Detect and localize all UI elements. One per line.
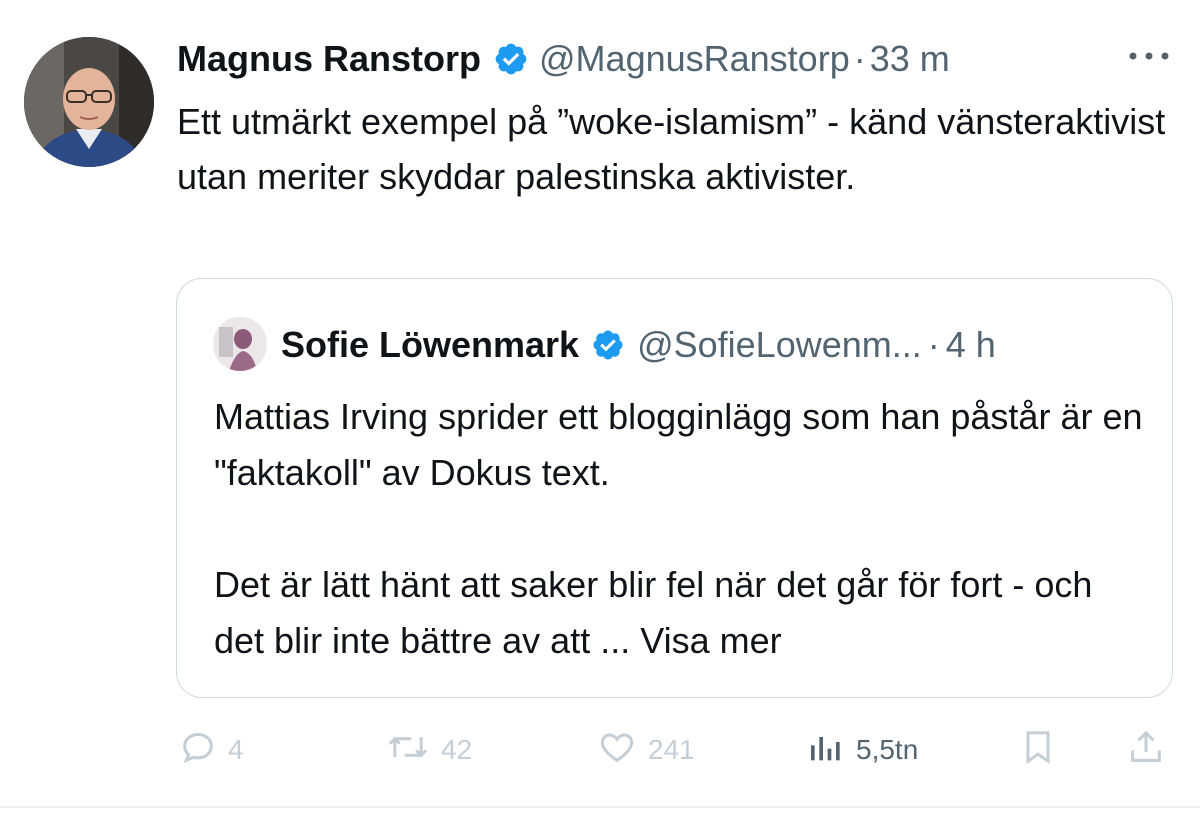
retweet-button[interactable]: 42: [385, 722, 472, 778]
quoted-author-handle[interactable]: @SofieLowenm...: [637, 324, 922, 366]
views-count: 5,5tn: [856, 734, 919, 765]
show-more-link[interactable]: Visa mer: [640, 620, 781, 661]
reply-count: 4: [228, 734, 244, 765]
author-avatar[interactable]: [24, 37, 154, 167]
views-icon: [806, 727, 856, 774]
author-handle[interactable]: @MagnusRanstorp: [539, 38, 850, 80]
retweet-count: 42: [441, 734, 473, 765]
verified-badge-icon[interactable]: [591, 328, 625, 362]
retweet-icon: [385, 727, 441, 774]
quoted-timestamp[interactable]: 4 h: [946, 324, 996, 366]
author-name[interactable]: Magnus Ranstorp: [177, 38, 481, 80]
more-options-icon[interactable]: [1126, 46, 1172, 66]
quoted-text-paragraph-2: Det är lätt hänt att saker blir fel när …: [214, 557, 1144, 669]
heart-icon: [596, 727, 648, 774]
verified-badge-icon[interactable]: [493, 41, 529, 77]
tweet-timestamp[interactable]: 33 m: [870, 38, 950, 80]
views-button[interactable]: 5,5tn: [806, 722, 918, 778]
quoted-header-separator: ·: [927, 324, 940, 365]
reply-icon: [178, 727, 228, 774]
like-count: 241: [648, 734, 695, 765]
header-separator: ·: [853, 38, 866, 79]
quoted-header: Sofie Löwenmark @SofieLowenm... · 4 h: [281, 319, 996, 371]
tweet-actions-bar: 4 42 241 5,5tn: [0, 722, 1200, 778]
tweet-text: Ett utmärkt exempel på ”woke-islamism” -…: [177, 101, 1166, 197]
bookmark-icon: [1018, 725, 1068, 776]
tweet-header: Magnus Ranstorp @MagnusRanstorp · 33 m: [177, 34, 1177, 84]
quoted-text-paragraph-1: Mattias Irving sprider ett blogginlägg s…: [214, 396, 1143, 493]
bottom-divider: [0, 806, 1200, 808]
share-button[interactable]: [1126, 722, 1176, 778]
bookmark-button[interactable]: [1018, 722, 1068, 778]
quoted-author-name[interactable]: Sofie Löwenmark: [281, 324, 579, 366]
quoted-tweet[interactable]: Sofie Löwenmark @SofieLowenm... · 4 h Ma…: [176, 278, 1173, 698]
share-icon: [1126, 726, 1176, 775]
reply-button[interactable]: 4: [178, 722, 244, 778]
like-button[interactable]: 241: [596, 722, 695, 778]
quoted-author-avatar[interactable]: [213, 317, 267, 371]
